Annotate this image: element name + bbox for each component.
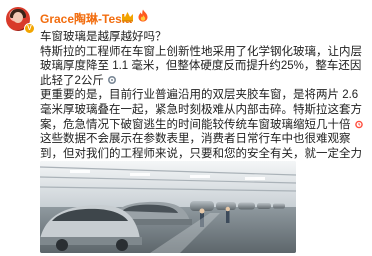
crown-icon — [122, 12, 133, 22]
post-paragraph-3-text: 更重要的是，目前行业普遍沿用的双层夹胶车窗，是将两片 2.6 毫米厚玻璃叠在一起… — [40, 89, 362, 131]
post-paragraph-2-text: 特斯拉的工程师在车窗上创新性地采用了化学钢化玻璃，让内层玻璃厚度降至 1.1 毫… — [40, 45, 362, 87]
author-name[interactable]: Grace陶琳-Tesla — [40, 10, 132, 27]
avatar-face — [13, 12, 23, 23]
post-paragraph-3: 更重要的是，目前行业普遍沿用的双层夹胶车窗，是将两片 2.6 毫米厚玻璃叠在一起… — [40, 88, 366, 132]
post-text: 车窗玻璃是越厚越好吗？ 特斯拉的工程师在车窗上创新性地采用了化学钢化玻璃，让内层… — [40, 30, 366, 176]
factory-scene — [40, 161, 296, 253]
alarm-icon — [354, 120, 363, 128]
post-paragraph-2: 特斯拉的工程师在车窗上创新性地采用了化学钢化玻璃，让内层玻璃厚度降至 1.1 毫… — [40, 45, 366, 89]
gear-icon — [108, 75, 117, 84]
fire-icon — [138, 9, 148, 22]
post-header: V Grace陶琳-Tesla — [0, 0, 372, 34]
post-paragraph-1: 车窗玻璃是越厚越好吗？ — [40, 31, 167, 43]
factory-assembly-line-photo[interactable] — [40, 161, 296, 253]
verified-badge: V — [24, 23, 35, 34]
